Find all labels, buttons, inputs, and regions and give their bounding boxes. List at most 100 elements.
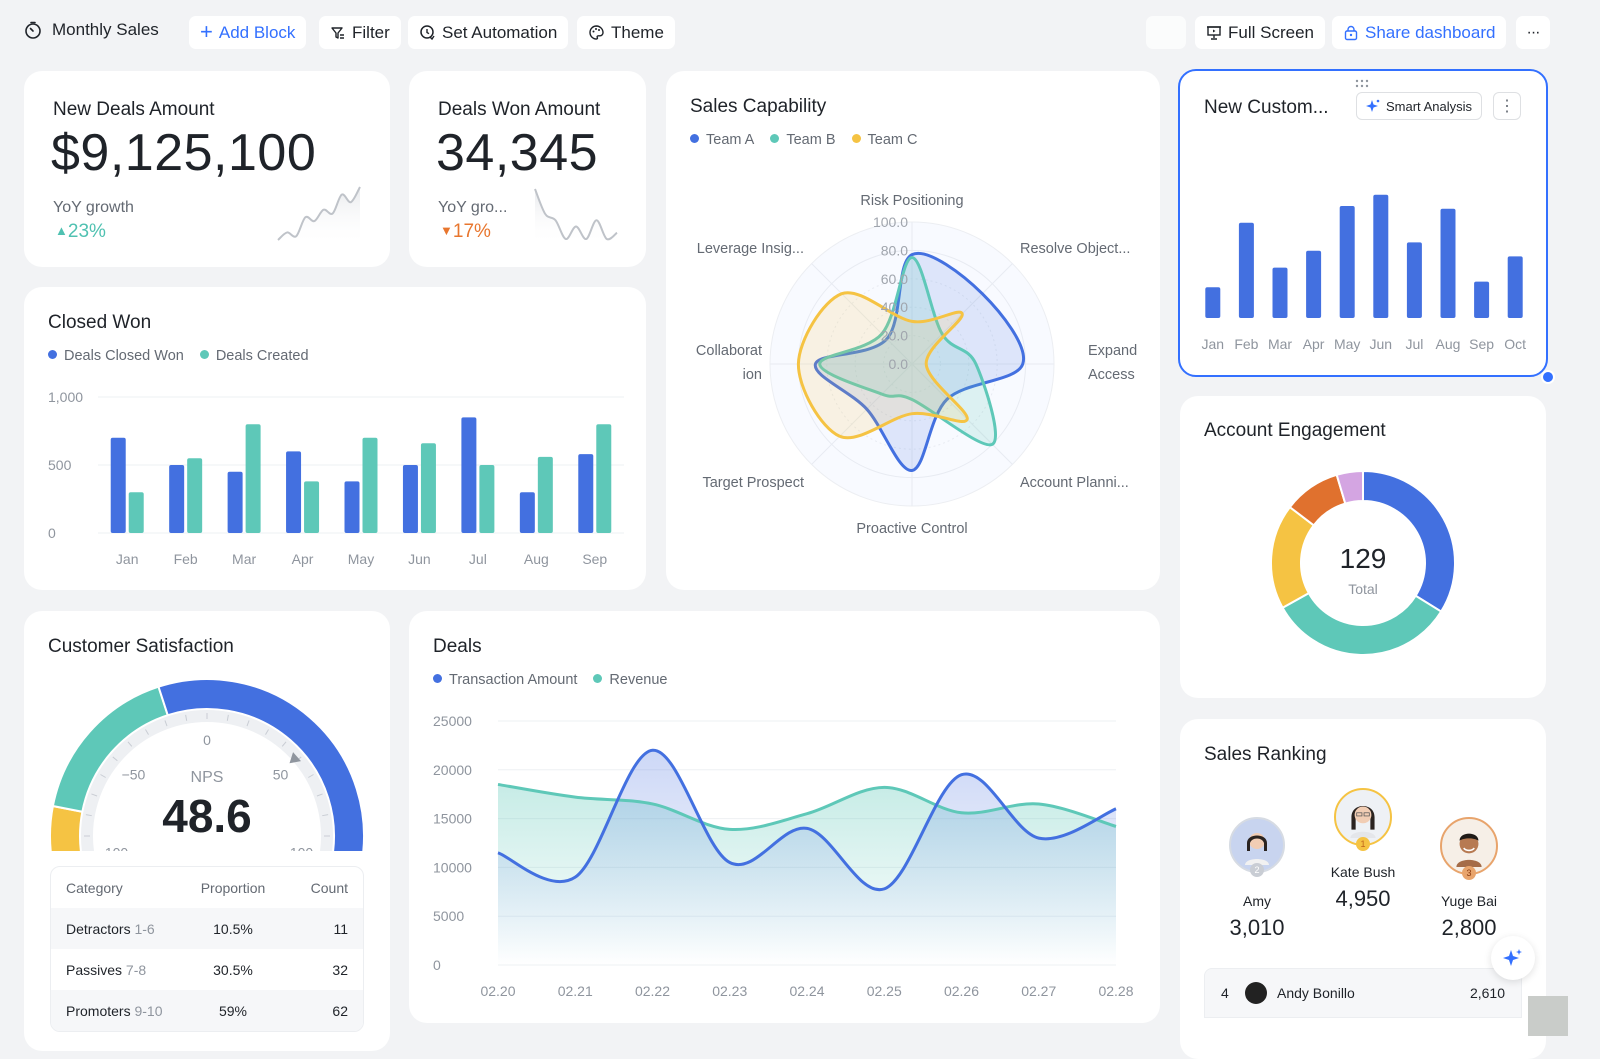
add-block-label: Add Block [218, 22, 296, 42]
podium-rank-1[interactable]: 1 Kate Bush 4,950 [1308, 788, 1418, 912]
x-tick-label: Jun [1370, 336, 1393, 352]
toolbar: Monthly Sales + Add Block Filter Set Aut… [0, 0, 1600, 66]
set-automation-button[interactable]: Set Automation [408, 16, 569, 49]
bar-deals-closed-won [169, 465, 185, 533]
rank-name: Amy [1243, 893, 1271, 909]
bar-deals-closed-won [578, 454, 594, 533]
automation-clock-icon [420, 25, 435, 41]
more-options-button[interactable]: ··· [1516, 16, 1550, 49]
kpi-delta-value: 23% [67, 221, 106, 242]
bar-deals-created [479, 465, 495, 533]
radar-axis-label: ion [743, 367, 762, 383]
x-tick-label: Jan [116, 551, 139, 567]
x-tick-label: Jul [1405, 336, 1423, 352]
add-block-button[interactable]: + Add Block [189, 16, 307, 49]
avatar: 3 [1440, 817, 1498, 880]
avatar: 2 [1229, 817, 1285, 877]
x-tick-label: Mar [1268, 336, 1292, 352]
bar-deals-closed-won [227, 471, 243, 533]
person-avatar-icon [1350, 805, 1376, 838]
cell-count: 62 [332, 1002, 348, 1019]
timer-icon [25, 21, 41, 39]
kpi-delta-value: 17% [452, 221, 491, 242]
x-tick-label: Apr [1303, 336, 1325, 352]
donut-total: 129 [1339, 543, 1387, 574]
filter-button[interactable]: Filter [319, 16, 401, 49]
col-header-category: Category [66, 879, 123, 896]
rank-name: Kate Bush [1330, 864, 1396, 880]
rank-name: Yuge Bai [1440, 893, 1498, 909]
radar-axis-label: Risk Positioning [860, 193, 963, 209]
ranking-list-item[interactable]: 4 Andy Bonillo 2,610 [1204, 968, 1522, 1018]
y-tick-label: 25000 [433, 713, 472, 729]
x-tick-label: 02.23 [712, 983, 747, 999]
dashboard-title: Monthly Sales [24, 20, 159, 40]
x-tick-label: Jul [469, 551, 487, 567]
bar-deals-created [187, 458, 203, 533]
lock-icon [1344, 25, 1358, 40]
scroll-corner [1528, 996, 1568, 1036]
radar-tick-label: 0.0 [889, 356, 909, 372]
kpi-delta: ▼17% [440, 221, 491, 243]
sales-capability-radar-chart: 0.0 20.0 40.0 60.0 80.0 100.0 Risk Positioning… [696, 193, 1137, 537]
bar-deals-created [304, 481, 320, 533]
resize-handle[interactable] [1541, 370, 1555, 384]
x-tick-label: 02.27 [1021, 983, 1056, 999]
list-name: Andy Bonillo [1277, 985, 1355, 1001]
cell-range: 7-8 [125, 961, 147, 978]
account-engagement-card: Account Engagement 129 Total [1180, 396, 1546, 698]
col-header-count: Count [310, 879, 348, 896]
x-tick-label: 02.24 [789, 983, 824, 999]
placeholder-button[interactable] [1146, 16, 1186, 49]
person-avatar-icon [1245, 833, 1269, 865]
bar-deals-created [245, 424, 261, 533]
radar-tick-label: 100.0 [873, 214, 908, 230]
y-tick-label: 1,000 [48, 389, 83, 405]
presentation-icon [1207, 25, 1221, 40]
radar-tick-label: 60.0 [881, 271, 908, 287]
vertical-dots-icon: ⋮ [1499, 98, 1515, 115]
smart-analysis-button[interactable]: Smart Analysis [1356, 92, 1482, 120]
radar-axis-label: Account Planni... [1020, 475, 1129, 491]
radar-axis-label: Leverage Insig... [697, 241, 804, 257]
kpi-delta: ▲23% [55, 221, 106, 243]
x-tick-label: 02.25 [867, 983, 902, 999]
sparkline [534, 188, 618, 245]
bar-deals-created [420, 443, 436, 533]
table-row: Detractors 1-6 10.5% 11 [51, 908, 363, 949]
radar-tick-label: 40.0 [881, 299, 908, 315]
bar [1306, 250, 1322, 318]
cell-category: Detractors [66, 920, 131, 937]
x-tick-label: 02.28 [1098, 983, 1133, 999]
bar [1507, 256, 1523, 318]
sparkle-icon [1366, 99, 1380, 112]
kpi-label: Deals Won Amount [438, 99, 601, 120]
full-screen-button[interactable]: Full Screen [1195, 16, 1325, 49]
share-dashboard-button[interactable]: Share dashboard [1332, 16, 1507, 49]
radar-tick-label: 80.0 [881, 242, 908, 258]
table-header: Category Proportion Count [51, 867, 363, 908]
x-tick-label: Sep [1469, 336, 1494, 352]
theme-button[interactable]: Theme [577, 16, 675, 49]
bar-deals-created [596, 424, 612, 533]
sparkline [277, 186, 361, 246]
podium-rank-2[interactable]: 2 Amy 3,010 [1202, 817, 1312, 941]
y-tick-label: 20000 [433, 762, 472, 778]
card-more-button[interactable]: ⋮ [1493, 92, 1521, 120]
gauge-value: 48.6 [162, 790, 252, 842]
podium-rank-3[interactable]: 3 Yuge Bai 2,800 [1414, 817, 1524, 941]
avatar [1245, 982, 1267, 1004]
ai-assistant-button[interactable] [1491, 936, 1535, 980]
radar-axis-label: Resolve Object... [1020, 241, 1130, 257]
filter-label: Filter [352, 22, 390, 42]
more-icon: ··· [1526, 23, 1541, 41]
deals-area-chart: 0 5000 10000 15000 20000 25000 02.20 02.21 02.22… [433, 713, 1134, 999]
bar-deals-created [362, 437, 378, 533]
bar [1205, 287, 1221, 318]
x-tick-label: Oct [1504, 336, 1526, 352]
theme-label: Theme [611, 22, 664, 42]
gauge-tick-label: 100 [290, 845, 314, 851]
radar-axis-label: Target Prospect [702, 475, 804, 491]
bar [1474, 281, 1490, 318]
cell-proportion: 59% [218, 1002, 248, 1019]
